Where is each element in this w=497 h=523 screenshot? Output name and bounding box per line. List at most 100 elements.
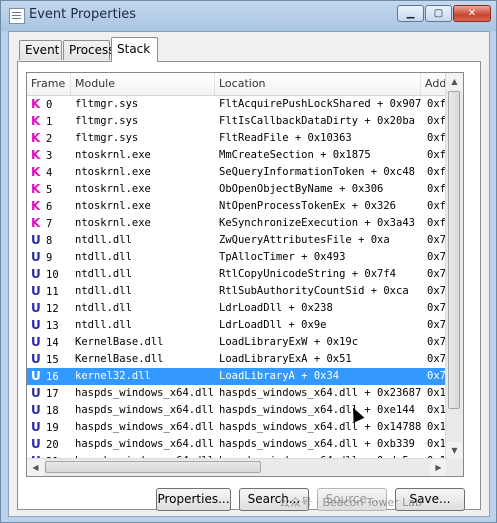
location-cell: LoadLibraryExA + 0x51: [219, 353, 352, 365]
address-cell: 0x7: [427, 302, 446, 314]
frame-number: 7: [46, 218, 53, 230]
table-row[interactable]: U 20 haspds_windows_x64.dll haspds_windows_…: [27, 436, 447, 453]
kernel-frame-icon: K: [31, 165, 41, 179]
module-cell: ntdll.dll: [75, 268, 132, 280]
table-row[interactable]: U 13 ntdll.dll LdrLoadDll + 0x9e 0x7: [27, 317, 447, 334]
module-cell: kernel32.dll: [75, 370, 151, 382]
table-row[interactable]: U 16 kernel32.dll LoadLibraryA + 0x34 0x7: [27, 368, 447, 385]
location-cell: MmCreateSection + 0x1875: [219, 149, 371, 161]
tab-stack[interactable]: Stack: [111, 37, 158, 62]
module-cell: haspds_windows_x64.dll: [75, 387, 215, 399]
user-frame-icon: U: [31, 369, 41, 383]
user-frame-icon: U: [31, 284, 41, 298]
frame-number: 17: [46, 388, 59, 400]
frame-number: 2: [46, 133, 53, 145]
table-row[interactable]: U 18 haspds_windows_x64.dll haspds_windows_…: [27, 402, 447, 419]
location-cell: ObOpenObjectByName + 0x306: [219, 183, 384, 195]
address-cell: 0x7: [427, 285, 446, 297]
address-cell: 0x1: [427, 438, 446, 450]
column-header-address[interactable]: Add: [421, 73, 447, 95]
table-row[interactable]: U 9 ntdll.dll TpAllocTimer + 0x493 0x7: [27, 249, 447, 266]
stack-list[interactable]: Frame Module Location Add K 0 fltmgr.sys Fl…: [26, 72, 464, 477]
properties-button[interactable]: Properties...: [156, 488, 231, 511]
maximize-button[interactable]: ▢: [425, 5, 452, 22]
frame-number: 9: [46, 252, 53, 264]
location-cell: RtlCopyUnicodeString + 0x7f4: [219, 268, 397, 280]
table-row[interactable]: K 2 fltmgr.sys FltReadFile + 0x10363 0xf: [27, 130, 447, 147]
table-row[interactable]: K 1 fltmgr.sys FltIsCallbackDataDirty + 0x2…: [27, 113, 447, 130]
table-row[interactable]: K 0 fltmgr.sys FltAcquirePushLockShared + 0…: [27, 96, 447, 113]
frame-number: 15: [46, 354, 59, 366]
tab-event[interactable]: Event: [19, 40, 62, 60]
stack-tab-panel: Frame Module Location Add K 0 fltmgr.sys Fl…: [17, 61, 481, 510]
frame-number: 18: [46, 405, 59, 417]
table-row[interactable]: U 15 KernelBase.dll LoadLibraryExA + 0x51 0x…: [27, 351, 447, 368]
location-cell: LdrLoadDll + 0x9e: [219, 319, 327, 331]
address-cell: 0xf: [427, 217, 446, 229]
scrollbar-corner: [446, 459, 463, 476]
address-cell: 0xf: [427, 183, 446, 195]
module-cell: ntdll.dll: [75, 234, 132, 246]
frame-number: 14: [46, 337, 59, 349]
table-row[interactable]: K 5 ntoskrnl.exe ObOpenObjectByName + 0x306…: [27, 181, 447, 198]
frame-cell: U 15: [31, 351, 71, 368]
table-row[interactable]: K 7 ntoskrnl.exe KeSynchronizeExecution + 0…: [27, 215, 447, 232]
frame-cell: K7: [31, 215, 71, 232]
location-cell: haspds_windows_x64.dll + 0xe144: [219, 404, 415, 416]
frame-cell: K6: [31, 198, 71, 215]
table-row[interactable]: U 12 ntdll.dll LdrLoadDll + 0x238 0x7: [27, 300, 447, 317]
list-header: Frame Module Location Add: [27, 73, 447, 96]
frame-number: 20: [46, 439, 59, 451]
minimize-button[interactable]: ▁: [397, 5, 424, 22]
location-cell: FltAcquirePushLockShared + 0x907: [219, 98, 422, 110]
user-frame-icon: U: [31, 301, 41, 315]
table-row[interactable]: U 19 haspds_windows_x64.dll haspds_windows_…: [27, 419, 447, 436]
table-row[interactable]: U 10 ntdll.dll RtlCopyUnicodeString + 0x7f4…: [27, 266, 447, 283]
module-cell: fltmgr.sys: [75, 132, 139, 144]
column-header-module[interactable]: Module: [71, 73, 215, 95]
table-row[interactable]: K 6 ntoskrnl.exe NtOpenProcessTokenEx + 0x3…: [27, 198, 447, 215]
module-cell: ntdll.dll: [75, 251, 132, 263]
frame-cell: K4: [31, 164, 71, 181]
vertical-scrollbar[interactable]: ▲ ▼: [445, 73, 463, 459]
scroll-right-arrow-icon[interactable]: ▶: [430, 459, 447, 476]
table-row[interactable]: U 11 ntdll.dll RtlSubAuthorityCountSid + 0x…: [27, 283, 447, 300]
app-icon: [9, 8, 25, 24]
frame-cell: U 19: [31, 419, 71, 436]
module-cell: fltmgr.sys: [75, 115, 139, 127]
frame-cell: U 11: [31, 283, 71, 300]
module-cell: haspds_windows_x64.dll: [75, 438, 215, 450]
frame-cell: K5: [31, 181, 71, 198]
table-row[interactable]: U 17 haspds_windows_x64.dll haspds_windows_…: [27, 385, 447, 402]
table-row[interactable]: U 14 KernelBase.dll LoadLibraryExW + 0x19c 0…: [27, 334, 447, 351]
horizontal-scrollbar[interactable]: ◀ ▶: [27, 458, 447, 476]
vertical-scroll-thumb[interactable]: [448, 91, 460, 409]
scroll-left-arrow-icon[interactable]: ◀: [27, 459, 44, 476]
user-frame-icon: U: [31, 386, 41, 400]
stack-rows: K 0 fltmgr.sys FltAcquirePushLockShared + 0…: [27, 96, 447, 470]
address-cell: 0x1: [427, 404, 446, 416]
close-button[interactable]: ✕: [453, 5, 491, 22]
kernel-frame-icon: K: [31, 148, 41, 162]
column-header-frame[interactable]: Frame: [27, 73, 71, 95]
address-cell: 0xf: [427, 149, 446, 161]
frame-number: 12: [46, 303, 59, 315]
frame-cell: U 14: [31, 334, 71, 351]
tab-process[interactable]: Process: [63, 40, 115, 60]
table-row[interactable]: K 3 ntoskrnl.exe MmCreateSection + 0x1875 0x…: [27, 147, 447, 164]
frame-number: 0: [46, 99, 53, 111]
user-frame-icon: U: [31, 352, 41, 366]
user-frame-icon: U: [31, 420, 41, 434]
column-header-location[interactable]: Location: [215, 73, 421, 95]
module-cell: ntoskrnl.exe: [75, 217, 151, 229]
horizontal-scroll-thumb[interactable]: [45, 461, 261, 473]
scroll-up-arrow-icon[interactable]: ▲: [446, 73, 463, 90]
table-row[interactable]: K 4 ntoskrnl.exe SeQueryInformationToken + …: [27, 164, 447, 181]
address-cell: 0x7: [427, 234, 446, 246]
table-row[interactable]: U 8 ntdll.dll ZwQueryAttributesFile + 0xa 0x…: [27, 232, 447, 249]
scroll-down-arrow-icon[interactable]: ▼: [446, 442, 463, 459]
user-frame-icon: U: [31, 335, 41, 349]
title-bar[interactable]: Event Properties ▁ ▢ ✕: [1, 1, 496, 31]
user-frame-icon: U: [31, 318, 41, 332]
watermark: 公众号 · Beacon Tower Lab: [279, 496, 423, 509]
